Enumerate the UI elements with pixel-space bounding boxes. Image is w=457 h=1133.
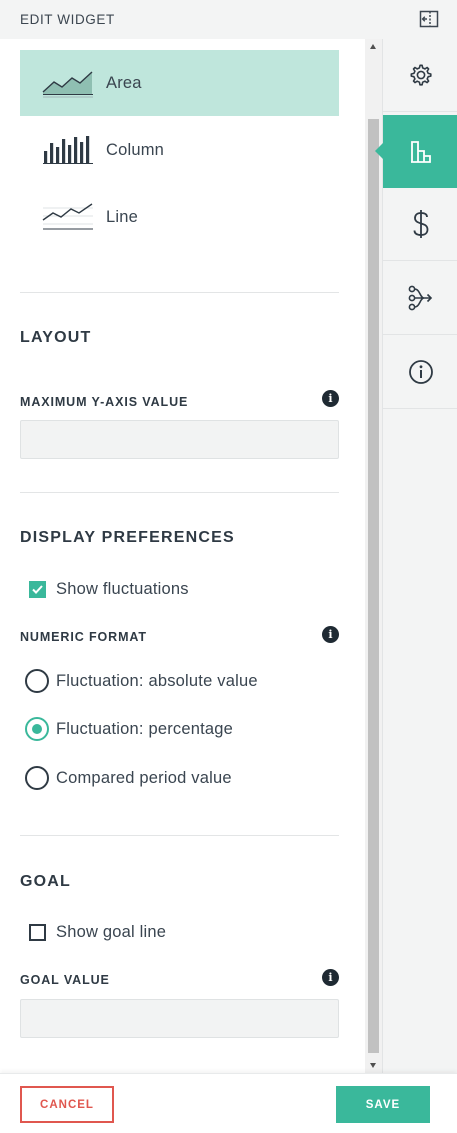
- info-icon[interactable]: i: [322, 390, 339, 407]
- checkbox-checked[interactable]: [29, 581, 46, 598]
- column-chart-icon: [43, 136, 93, 164]
- cancel-button[interactable]: CANCEL: [20, 1086, 114, 1123]
- max-y-axis-input[interactable]: [20, 420, 339, 459]
- active-tab-pointer: [375, 143, 383, 159]
- tab-info[interactable]: [383, 336, 457, 409]
- panel-title: EDIT WIDGET: [20, 12, 115, 27]
- radio-compared-period[interactable]: Compared period value: [25, 766, 232, 790]
- goal-value-label: GOAL VALUE: [20, 973, 110, 987]
- chart-type-line[interactable]: Line: [20, 184, 339, 250]
- numeric-format-label: NUMERIC FORMAT: [20, 630, 147, 644]
- info-icon[interactable]: i: [322, 969, 339, 986]
- scrollbar-thumb[interactable]: [368, 119, 379, 1053]
- show-fluctuations-checkbox[interactable]: Show fluctuations: [29, 580, 189, 599]
- show-fluctuations-label: Show fluctuations: [56, 580, 189, 598]
- scrollbar[interactable]: [365, 39, 382, 1073]
- radio-button[interactable]: [25, 766, 49, 790]
- panel-footer: CANCEL SAVE: [0, 1073, 457, 1133]
- scroll-down-arrow-icon[interactable]: [370, 1063, 376, 1068]
- chart-type-area[interactable]: Area: [20, 50, 339, 116]
- max-y-axis-label: MAXIMUM Y-AXIS VALUE: [20, 395, 189, 409]
- collapse-panel-icon[interactable]: [419, 10, 439, 28]
- area-chart-icon: [42, 71, 93, 98]
- show-goal-line-label: Show goal line: [56, 923, 167, 941]
- layout-section-title: LAYOUT: [20, 329, 92, 346]
- scroll-up-arrow-icon[interactable]: [370, 44, 376, 49]
- section-divider: [20, 292, 339, 293]
- dollar-icon: [413, 210, 428, 238]
- chart-type-column[interactable]: Column: [20, 117, 339, 183]
- info-icon[interactable]: i: [322, 626, 339, 643]
- tab-currency[interactable]: [383, 188, 457, 261]
- display-preferences-title: DISPLAY PREFERENCES: [20, 529, 235, 546]
- radio-dot: [32, 724, 42, 734]
- tab-settings[interactable]: [383, 39, 457, 112]
- radio-label: Compared period value: [56, 768, 232, 787]
- line-chart-icon: [42, 203, 93, 230]
- flow-icon: [408, 285, 432, 311]
- radio-label: Fluctuation: absolute value: [56, 671, 258, 690]
- show-goal-line-checkbox[interactable]: Show goal line: [29, 923, 166, 942]
- radio-button[interactable]: [25, 669, 49, 693]
- edit-widget-panel: EDIT WIDGET Area Column Line LAYOUT MAXI…: [0, 0, 457, 1133]
- check-icon: [32, 585, 43, 594]
- radio-label: Fluctuation: percentage: [56, 719, 234, 738]
- chart-type-label: Area: [106, 74, 142, 92]
- settings-content: Area Column Line LAYOUT MAXIMUM Y-AXIS V…: [0, 39, 365, 1073]
- section-divider: [20, 835, 339, 836]
- chart-type-label: Line: [106, 208, 138, 226]
- info-circle-icon: [408, 360, 433, 384]
- radio-fluctuation-percentage[interactable]: Fluctuation: percentage: [25, 717, 233, 741]
- side-tabs: [375, 39, 457, 1073]
- panel-header: EDIT WIDGET: [0, 0, 457, 39]
- goal-section-title: GOAL: [20, 873, 72, 890]
- bar-chart-icon: [410, 140, 431, 163]
- chart-type-label: Column: [106, 141, 165, 159]
- section-divider: [20, 492, 339, 493]
- checkbox-unchecked[interactable]: [29, 924, 46, 941]
- save-button[interactable]: SAVE: [336, 1086, 430, 1123]
- radio-button-selected[interactable]: [25, 717, 49, 741]
- tab-visualization[interactable]: [375, 115, 457, 188]
- goal-value-input[interactable]: [20, 999, 339, 1038]
- radio-fluctuation-absolute[interactable]: Fluctuation: absolute value: [25, 669, 258, 693]
- gear-icon: [409, 64, 432, 86]
- tab-flow[interactable]: [383, 262, 457, 335]
